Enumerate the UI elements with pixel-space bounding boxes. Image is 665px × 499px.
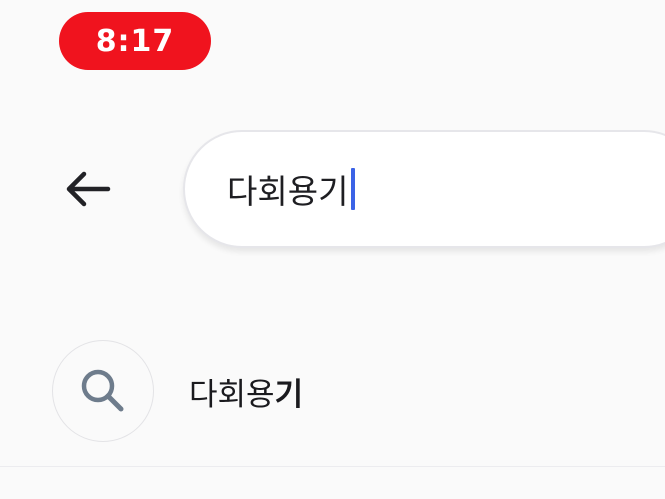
suggestion-label-highlight: 기 (274, 377, 304, 413)
search-icon (81, 369, 124, 412)
search-suggestion-item[interactable]: 다회용기 (0, 336, 665, 446)
back-button[interactable] (56, 161, 118, 217)
suggestion-icon-circle (52, 340, 154, 442)
text-caret (351, 168, 356, 210)
search-screen: 8:17 다회용기 다회용기 (0, 0, 665, 499)
suggestion-label-prefix: 다회용 (189, 377, 275, 413)
status-time: 8:17 (95, 23, 175, 59)
search-input[interactable]: 다회용기 (183, 130, 665, 248)
divider (0, 466, 665, 467)
status-time-badge: 8:17 (59, 12, 211, 70)
arrow-left-icon (66, 171, 111, 207)
search-input-value: 다회용기 (227, 172, 349, 211)
suggestion-label: 다회용기 (189, 369, 303, 414)
